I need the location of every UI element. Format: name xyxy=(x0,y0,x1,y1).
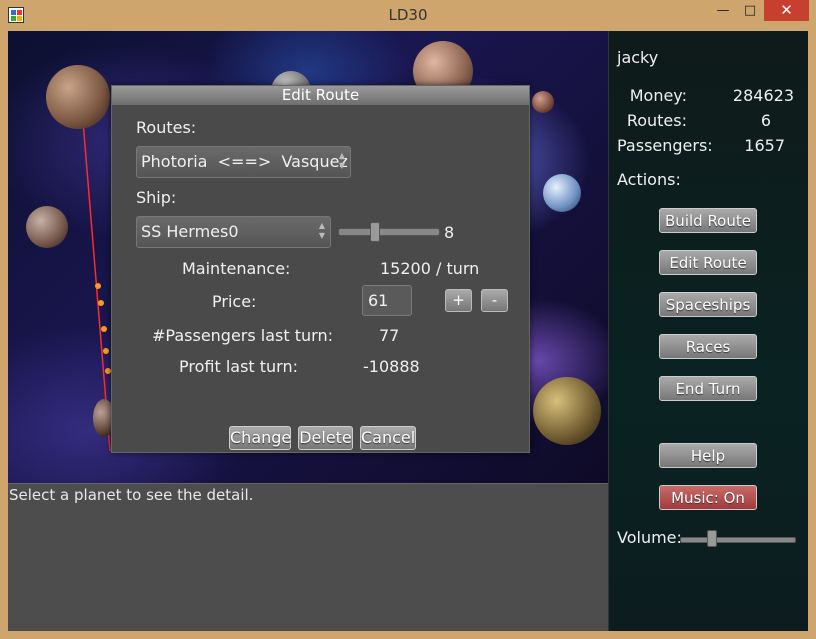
cancel-button[interactable]: Cancel xyxy=(360,426,416,450)
ship-slider-track[interactable] xyxy=(338,228,440,236)
actions-label: Actions: xyxy=(617,170,681,189)
game-client: Select a planet to see the detail. jacky… xyxy=(8,31,808,631)
ship-selector[interactable]: SS Hermes0 ▲ ▼ xyxy=(136,216,331,248)
music-toggle-button[interactable]: Music: On xyxy=(659,485,757,510)
ship-marker xyxy=(95,283,101,289)
ship-slider-value: 8 xyxy=(444,223,455,242)
close-button[interactable]: ✕ xyxy=(764,0,809,21)
ship-slider-thumb[interactable] xyxy=(370,222,380,242)
change-button[interactable]: Change xyxy=(229,426,291,450)
profit-label: Profit last turn: xyxy=(179,357,299,376)
dialog-title: Edit Route xyxy=(112,86,529,105)
passengers-label: #Passengers last turn: xyxy=(152,326,333,345)
planet[interactable] xyxy=(543,174,581,212)
maintenance-value: 15200 / turn xyxy=(380,259,480,278)
races-button[interactable]: Races xyxy=(659,334,757,359)
volume-slider-track[interactable] xyxy=(680,537,796,543)
info-text: Select a planet to see the detail. xyxy=(9,486,254,504)
end-turn-button[interactable]: End Turn xyxy=(659,376,757,401)
volume-slider-thumb[interactable] xyxy=(707,530,718,547)
ship-label: Ship: xyxy=(136,188,177,207)
price-minus-button[interactable]: - xyxy=(481,289,508,312)
stat-label: Routes: xyxy=(626,111,687,130)
title-bar[interactable]: LD30 — □ ✕ xyxy=(0,0,816,31)
stat-label: Passengers: xyxy=(617,136,713,155)
ship-marker xyxy=(98,300,104,306)
info-panel: Select a planet to see the detail. xyxy=(8,483,608,631)
maintenance-label: Maintenance: xyxy=(182,259,291,278)
route-selector-value: Photoria <==> Vasquez xyxy=(141,152,348,171)
volume-label: Volume: xyxy=(617,528,682,547)
price-plus-button[interactable]: + xyxy=(445,289,472,312)
planet[interactable] xyxy=(26,206,68,248)
player-name: jacky xyxy=(617,48,659,67)
window-title: LD30 xyxy=(388,6,428,24)
build-route-button[interactable]: Build Route xyxy=(659,208,757,233)
sidebar: jacky Money: 284623 Routes: 6 Passengers… xyxy=(608,31,808,631)
stat-label: Money: xyxy=(629,86,687,105)
minimize-button[interactable]: — xyxy=(708,0,738,21)
ship-selector-value: SS Hermes0 xyxy=(141,222,239,241)
routes-label: Routes: xyxy=(136,118,197,137)
route-selector[interactable]: Photoria <==> Vasquez ▲ ▼ xyxy=(136,146,351,178)
planet[interactable] xyxy=(46,65,110,129)
edit-route-button[interactable]: Edit Route xyxy=(659,250,757,275)
stat-passengers: Passengers: 1657 xyxy=(609,136,808,156)
edit-route-dialog: Edit Route Routes: Photoria <==> Vasquez… xyxy=(111,85,530,453)
spin-arrows-icon[interactable]: ▲ ▼ xyxy=(318,221,326,241)
stat-money: Money: 284623 xyxy=(609,86,808,106)
stat-value: 1657 xyxy=(744,136,785,155)
window-frame: LD30 — □ ✕ Select a planet to see the de… xyxy=(0,0,816,639)
help-button[interactable]: Help xyxy=(659,443,757,468)
spaceships-button[interactable]: Spaceships xyxy=(659,292,757,317)
price-label: Price: xyxy=(212,292,257,311)
delete-button[interactable]: Delete xyxy=(298,426,353,450)
planet[interactable] xyxy=(532,91,554,113)
stat-routes: Routes: 6 xyxy=(609,111,808,131)
passengers-value: 77 xyxy=(379,326,400,345)
stat-value: 6 xyxy=(760,111,771,130)
maximize-button[interactable]: □ xyxy=(735,0,765,21)
price-input[interactable]: 61 xyxy=(362,285,412,316)
ship-marker xyxy=(101,326,107,332)
spin-arrows-icon[interactable]: ▲ ▼ xyxy=(338,151,346,171)
stat-value: 284623 xyxy=(732,86,794,105)
planet[interactable] xyxy=(533,377,601,445)
ship-marker xyxy=(103,348,109,354)
profit-value: -10888 xyxy=(363,357,420,376)
